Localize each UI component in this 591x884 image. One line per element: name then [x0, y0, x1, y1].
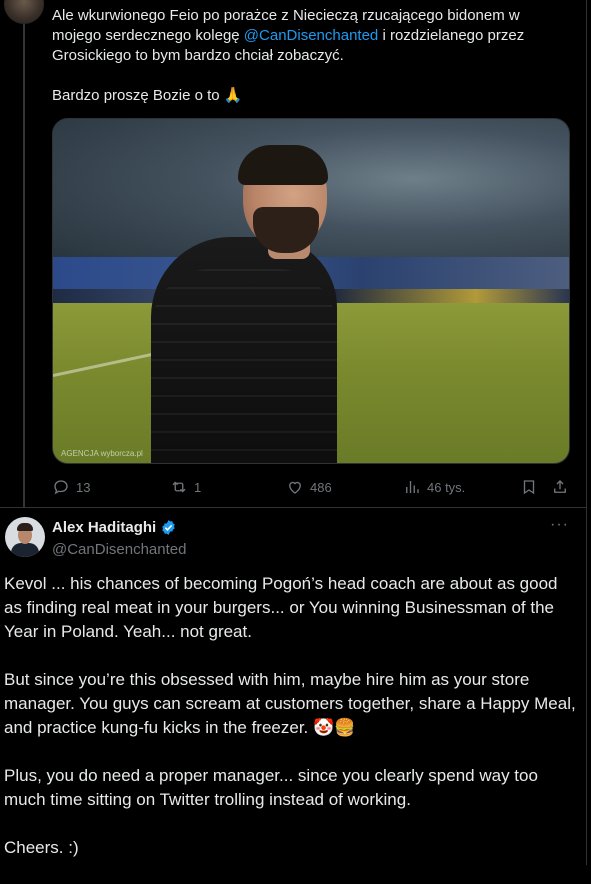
parent-tweet[interactable]: Ale wkurwionego Feio po porażce z Niecie… [0, 0, 586, 508]
like-button[interactable]: 486 [286, 476, 332, 498]
heart-icon [289, 481, 301, 494]
reply-text: Kevol ... his chances of becoming Pogoń’… [4, 572, 579, 884]
reply-count: 13 [76, 479, 91, 495]
more-options-icon[interactable]: ··· [550, 516, 569, 534]
reply-icon [54, 480, 68, 495]
author-name-row[interactable]: Alex Haditaghi [52, 519, 177, 536]
author-name[interactable]: Alex Haditaghi [52, 519, 156, 536]
avatar-hair [17, 523, 33, 531]
share-icon [554, 480, 566, 493]
reply-paragraph: But since you’re this obsessed with him,… [4, 670, 581, 737]
avatar-shirt [11, 543, 39, 557]
author-handle[interactable]: @CanDisenchanted [52, 541, 186, 558]
reply-paragraph: Kevol ... his chances of becoming Pogoń’… [4, 574, 563, 641]
like-count: 486 [310, 479, 332, 495]
views-count: 46 tys. [427, 479, 466, 495]
tweet-photo[interactable]: AGENCJA wyborcza.pl [52, 118, 570, 464]
views-icon [406, 481, 419, 493]
mention-link[interactable]: @CanDisenchanted [244, 27, 378, 44]
repost-button[interactable]: 1 [170, 476, 201, 498]
bookmark-button[interactable] [520, 476, 538, 498]
repost-count: 1 [194, 479, 202, 495]
tweet-actions: 13 1 486 46 tys. [52, 476, 572, 498]
avatar[interactable] [4, 0, 44, 24]
reply-paragraph: Plus, you do need a proper manager... si… [4, 766, 543, 809]
bookmark-icon [523, 480, 535, 495]
photo-coach-quilting [151, 269, 337, 463]
reply-paragraph: Cheers. :) [4, 838, 79, 857]
share-button[interactable] [551, 476, 569, 498]
thread-connector-line [23, 0, 25, 507]
photo-coach-hair [238, 145, 328, 185]
verified-badge-icon [162, 520, 175, 535]
photo-watermark: AGENCJA wyborcza.pl [61, 449, 143, 458]
views-button[interactable]: 46 tys. [403, 476, 465, 498]
timeline-column: Ale wkurwionego Feio po porażce z Niecie… [0, 0, 587, 865]
repost-icon [172, 481, 186, 493]
tweet-text: Ale wkurwionego Feio po porażce z Niecie… [52, 6, 572, 106]
reply-avatar[interactable] [5, 517, 45, 557]
reply-button[interactable]: 13 [52, 476, 90, 498]
